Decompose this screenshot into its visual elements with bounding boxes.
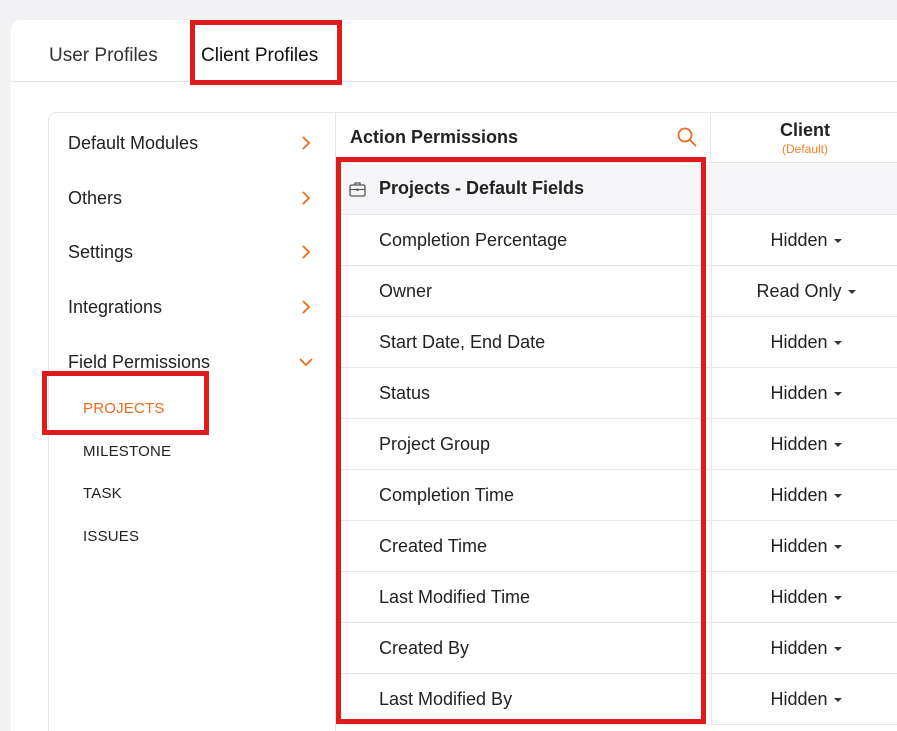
sub-item-milestone[interactable]: MILESTONE [83,443,171,460]
sidebar-item-integrations[interactable]: Integrations [68,294,313,320]
profile-tabs: User Profiles Client Profiles [11,20,897,82]
caret-down-icon [847,290,856,295]
client-column-default-tag: (Default) [781,142,828,156]
table-row: Project Group Hidden [337,419,897,470]
permission-dropdown[interactable]: Hidden [712,383,897,404]
field-label: Created By [379,638,470,658]
search-icon[interactable] [676,126,698,148]
permission-value: Hidden [770,434,828,454]
permission-value: Hidden [770,536,828,556]
sidebar-item-label: Others [68,187,123,208]
chevron-down-icon [299,355,313,369]
sidebar-item-default-modules[interactable]: Default Modules [68,130,313,156]
caret-down-icon [833,239,842,244]
caret-down-icon [833,647,842,652]
permission-value: Hidden [770,485,828,505]
caret-down-icon [833,392,842,397]
caret-down-icon [833,341,842,346]
sub-item-task[interactable]: TASK [83,485,122,502]
permission-dropdown[interactable]: Hidden [712,638,897,659]
table-row: Owner Read Only [337,266,897,317]
field-label: Completion Time [379,485,515,505]
sidebar: Default Modules Others Settings Integrat… [49,113,336,731]
permission-value: Hidden [770,332,828,352]
caret-down-icon [833,596,842,601]
permission-value: Hidden [770,383,828,403]
field-label: Owner [379,281,433,301]
sidebar-item-label: Integrations [68,296,163,317]
caret-down-icon [833,443,842,448]
permission-cell: Hidden [711,674,897,724]
permission-value: Hidden [770,638,828,658]
permission-dropdown[interactable]: Hidden [712,689,897,710]
permission-dropdown[interactable]: Hidden [712,434,897,455]
field-label: Project Group [379,434,491,454]
sidebar-item-others[interactable]: Others [68,185,313,211]
client-column-name: Client [779,120,830,140]
permission-cell: Hidden [711,623,897,673]
permission-value: Read Only [756,281,842,301]
permission-dropdown[interactable]: Read Only [712,281,897,302]
permission-cell: Read Only [711,266,897,316]
permissions-panel: Default Modules Others Settings Integrat… [48,112,897,731]
table-row: Completion Percentage Hidden [337,215,897,266]
field-label: Completion Percentage [379,230,568,250]
sidebar-item-label: Settings [68,241,134,262]
permission-dropdown[interactable]: Hidden [712,332,897,353]
group-title: Projects - Default Fields [379,178,585,198]
permission-cell: Hidden [711,419,897,469]
permission-value: Hidden [770,230,828,250]
column-title: Action Permissions [350,127,519,147]
table-row: Created Time Hidden [337,521,897,572]
field-label: Start Date, End Date [379,332,546,352]
table-row: Status Hidden [337,368,897,419]
client-column-header: Client (Default) [711,113,897,163]
briefcase-icon [349,181,366,197]
tab-client-profiles[interactable]: Client Profiles [201,45,318,67]
table-row: Start Date, End Date Hidden [337,317,897,368]
permission-dropdown[interactable]: Hidden [712,230,897,251]
caret-down-icon [833,698,842,703]
permission-cell: Hidden [711,215,897,265]
caret-down-icon [833,494,842,499]
permission-value: Hidden [770,587,828,607]
permission-dropdown[interactable]: Hidden [712,485,897,506]
permission-value: Hidden [770,689,828,709]
table-row: Created By Hidden [337,623,897,674]
chevron-right-icon [299,300,313,314]
field-label: Status [379,383,431,403]
chevron-right-icon [299,136,313,150]
sidebar-item-label: Field Permissions [68,351,211,372]
permission-dropdown[interactable]: Hidden [712,587,897,608]
sidebar-item-label: Default Modules [68,132,199,153]
table-row: Completion Time Hidden [337,470,897,521]
permission-cell: Hidden [711,368,897,418]
field-label: Last Modified Time [379,587,531,607]
sidebar-item-field-permissions[interactable]: Field Permissions [68,349,313,375]
table-row: Last Modified Time Hidden [337,572,897,623]
permission-cell: Hidden [711,521,897,571]
permission-cell: Hidden [711,470,897,520]
chevron-right-icon [299,191,313,205]
permission-cell: Hidden [711,317,897,367]
tab-user-profiles[interactable]: User Profiles [49,45,158,67]
chevron-right-icon [299,245,313,259]
group-header-row: Projects - Default Fields [337,164,897,215]
permission-dropdown[interactable]: Hidden [712,536,897,557]
sidebar-item-settings[interactable]: Settings [68,239,313,265]
permission-cell: Hidden [711,572,897,622]
sub-item-projects[interactable]: PROJECTS [83,400,165,417]
table-row: Last Modified By Hidden [337,674,897,725]
field-label: Created Time [379,536,488,556]
field-label: Last Modified By [379,689,513,709]
caret-down-icon [833,545,842,550]
sub-item-issues[interactable]: ISSUES [83,528,139,545]
action-permissions-header: Action Permissions [337,113,711,163]
